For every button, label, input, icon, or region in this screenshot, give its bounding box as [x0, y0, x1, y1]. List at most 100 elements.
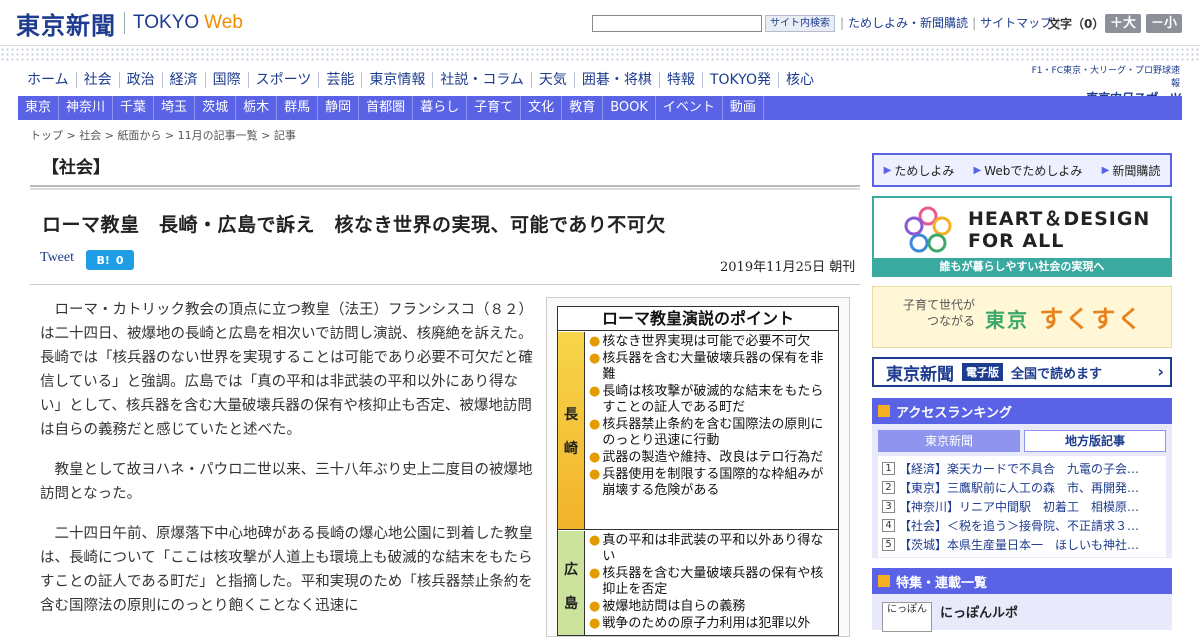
nav-economy[interactable]: 経済 — [163, 72, 206, 88]
site-logo[interactable]: 東京新聞 TOKYO Web — [16, 8, 243, 40]
nav-entertainment[interactable]: 芸能 — [319, 72, 363, 88]
sukusuku-logo: 東京 すくすく — [985, 299, 1143, 334]
heart-design-banner[interactable]: HEART＆DESIGN FOR ALL 誰もが暮らしやすい社会の実現へ — [872, 196, 1172, 277]
ranking-tab-local[interactable]: 地方版記事 — [1024, 430, 1166, 452]
breadcrumb: トップ > 社会 > 紙面から > 11月の記事一覧 > 記事 — [30, 129, 296, 142]
article-paragraph: ローマ・カトリック教会の頂点に立つ教皇（法王）フランシスコ（８２）は二十四日、被… — [40, 302, 533, 438]
site-search-button[interactable]: サイト内検索 — [765, 15, 835, 32]
nav-politics[interactable]: 政治 — [120, 72, 163, 88]
trial-link[interactable]: ▶ ためしよみ — [884, 162, 955, 179]
subnav-event[interactable]: イベント — [656, 96, 723, 120]
heart-design-title: HEART＆DESIGN FOR ALL — [968, 208, 1150, 252]
font-smaller-button[interactable]: －小 — [1146, 14, 1182, 33]
subnav-shizuoka[interactable]: 静岡 — [318, 96, 360, 120]
nav-international[interactable]: 国際 — [206, 72, 249, 88]
figure-item: ● 長崎は核攻撃が破滅的な結末をもたらすことの証人である町だ — [589, 384, 836, 416]
ranking-item[interactable]: 5 【茨城】本県生産量日本一 ほしいも神社… — [882, 535, 1162, 554]
features-title: 特集・連載一覧 — [896, 575, 988, 591]
label-char: 島 — [564, 596, 578, 612]
subnav-kanagawa[interactable]: 神奈川 — [59, 96, 114, 120]
subnav-saitama[interactable]: 埼玉 — [154, 96, 196, 120]
heart-title-line2: FOR ALL — [968, 230, 1065, 252]
sukusuku-tagline-2: つながる — [927, 314, 976, 328]
speech-points-figure[interactable]: ローマ教皇演説のポイント 長 崎 ● 核なき世界実現は可能で必要不可欠 ● 核兵器を… — [546, 297, 850, 637]
subnav-education[interactable]: 教育 — [562, 96, 604, 120]
subscribe-link[interactable]: ためしよみ・新聞購読 — [848, 14, 968, 31]
section-divider — [30, 185, 860, 190]
hatena-count: 0 — [115, 253, 124, 267]
breadcrumb-top[interactable]: トップ — [30, 129, 63, 142]
section-title: 【社会】 — [42, 158, 110, 178]
breadcrumb-paper[interactable]: 紙面から — [117, 129, 161, 142]
breadcrumb-society[interactable]: 社会 — [79, 129, 101, 142]
ranking-tab-tokyo[interactable]: 東京新聞 — [878, 430, 1020, 452]
figure-item-text: 長崎は核攻撃が破滅的な結末をもたらすことの証人である町だ — [602, 384, 824, 415]
sitemap-link[interactable]: サイトマップ — [980, 14, 1052, 31]
heart-title-line1: HEART＆DESIGN — [968, 208, 1151, 230]
subnav-tochigi[interactable]: 栃木 — [236, 96, 278, 120]
bullet-icon: ● — [589, 334, 601, 349]
logo-web: Web — [204, 12, 243, 33]
web-trial-link[interactable]: ▶ Webでためしよみ — [974, 162, 1083, 179]
ranking-item[interactable]: 2 【東京】三鷹駅前に人工の森 市、再開発… — [882, 478, 1162, 497]
figure-title: ローマ教皇演説のポイント — [558, 307, 838, 331]
ranking-item[interactable]: 1 【経済】楽天カードで不具合 九電の子会… — [882, 459, 1162, 478]
nav-society[interactable]: 社会 — [77, 72, 120, 88]
main-nav: ホーム 社会 政治 経済 国際 スポーツ 芸能 東京情報 社説・コラム 天気 囲… — [20, 68, 821, 92]
figure-item: ● 被爆地訪問は自らの義務 — [589, 599, 836, 615]
square-bullet-icon — [878, 405, 890, 417]
figure-item-text: 真の平和は非武装の平和以外あり得ない — [602, 533, 824, 564]
ranking-item[interactable]: 4 【社会】＜税を追う＞接骨院、不正請求３… — [882, 516, 1162, 535]
rank-number: 5 — [882, 538, 895, 551]
nav-go-shogi[interactable]: 囲碁・将棋 — [575, 72, 660, 88]
figure-item-text: 武器の製造や維持、改良はテロ行為だ — [602, 450, 824, 465]
subnav-kurashi[interactable]: 暮らし — [413, 96, 468, 120]
nav-editorial[interactable]: 社説・コラム — [433, 72, 532, 88]
figure-hiroshima-items: ● 真の平和は非武装の平和以外あり得ない ● 核兵器を含む大量破壊兵器の保有や核抑止… — [584, 531, 838, 635]
feature-link[interactable]: にっぽんルポ — [940, 602, 1018, 621]
font-larger-button[interactable]: ＋大 — [1105, 14, 1141, 33]
figure-nagasaki-block: 長 崎 ● 核なき世界実現は可能で必要不可欠 ● 核兵器を含む大量破壊兵器の保有を非… — [558, 332, 838, 530]
nav-special[interactable]: 特報 — [660, 72, 703, 88]
nav-weather[interactable]: 天気 — [532, 72, 575, 88]
article-paragraph: 二十四日午前、原爆落下中心地碑がある長崎の爆心地公園に到着した教皇は、長崎につい… — [40, 526, 533, 614]
subnav-culture[interactable]: 文化 — [521, 96, 563, 120]
feature-thumbnail[interactable]: にっぽん — [882, 602, 932, 632]
subscribe-sidebar-link[interactable]: ▶ 新聞購読 — [1102, 162, 1161, 179]
figure-item-text: 核兵器を含む大量破壊兵器の保有を非難 — [602, 351, 824, 382]
nav-tokyo-hatsu[interactable]: TOKYO発 — [703, 72, 779, 88]
tweet-button[interactable]: Tweet — [40, 250, 74, 266]
logo-english: TOKYO — [133, 12, 200, 33]
site-search-input[interactable] — [592, 15, 762, 32]
tokyo-sukusuku-banner[interactable]: 子育て世代が つながる 東京 すくすく — [872, 286, 1172, 348]
label-char: 長 — [564, 406, 578, 423]
subnav-tokyo[interactable]: 東京 — [18, 96, 60, 120]
nav-sports[interactable]: スポーツ — [249, 72, 320, 88]
nav-kakushin[interactable]: 核心 — [779, 72, 821, 88]
article-body: ローマ・カトリック教会の頂点に立つ教皇（法王）フランシスコ（８２）は二十四日、被… — [40, 298, 536, 634]
digital-edition-banner[interactable]: 東京新聞 電子版 全国で読めます › — [872, 357, 1172, 387]
article-divider — [30, 284, 860, 285]
breadcrumb-month[interactable]: 11月の記事一覧 — [178, 129, 258, 142]
subnav-ibaraki[interactable]: 茨城 — [195, 96, 237, 120]
ranking-item[interactable]: 3 【神奈川】リニア中間駅 初着工 相模原… — [882, 497, 1162, 516]
subnav-shutoken[interactable]: 首都圏 — [359, 96, 414, 120]
ranking-header: アクセスランキング — [872, 398, 1172, 424]
bullet-icon: ● — [589, 599, 601, 614]
figure-hiroshima-label: 広 島 — [558, 531, 584, 635]
figure-item: ● 核なき世界実現は可能で必要不可欠 — [589, 334, 836, 350]
subnav-kosodate[interactable]: 子育て — [467, 96, 522, 120]
subnav-chiba[interactable]: 千葉 — [113, 96, 155, 120]
figure-item: ● 真の平和は非武装の平和以外あり得ない — [589, 533, 836, 565]
chevron-right-icon: › — [1157, 362, 1164, 381]
nav-tokyo-info[interactable]: 東京情報 — [362, 72, 434, 88]
chunichi-sports-banner[interactable]: F1・FC東京・大リーグ・プロ野球速報 東京中日スポーツ — [1025, 63, 1180, 105]
subnav-book[interactable]: BOOK — [603, 96, 656, 120]
subnav-gunma[interactable]: 群馬 — [277, 96, 319, 120]
features-header: 特集・連載一覧 — [872, 568, 1172, 594]
nav-home[interactable]: ホーム — [20, 72, 77, 88]
ranking-item-text: 【茨城】本県生産量日本一 ほしいも神社… — [899, 538, 1140, 552]
link-separator: | — [840, 15, 845, 30]
subnav-video[interactable]: 動画 — [723, 96, 764, 120]
hatena-bookmark-button[interactable]: B! 0 — [86, 250, 134, 270]
